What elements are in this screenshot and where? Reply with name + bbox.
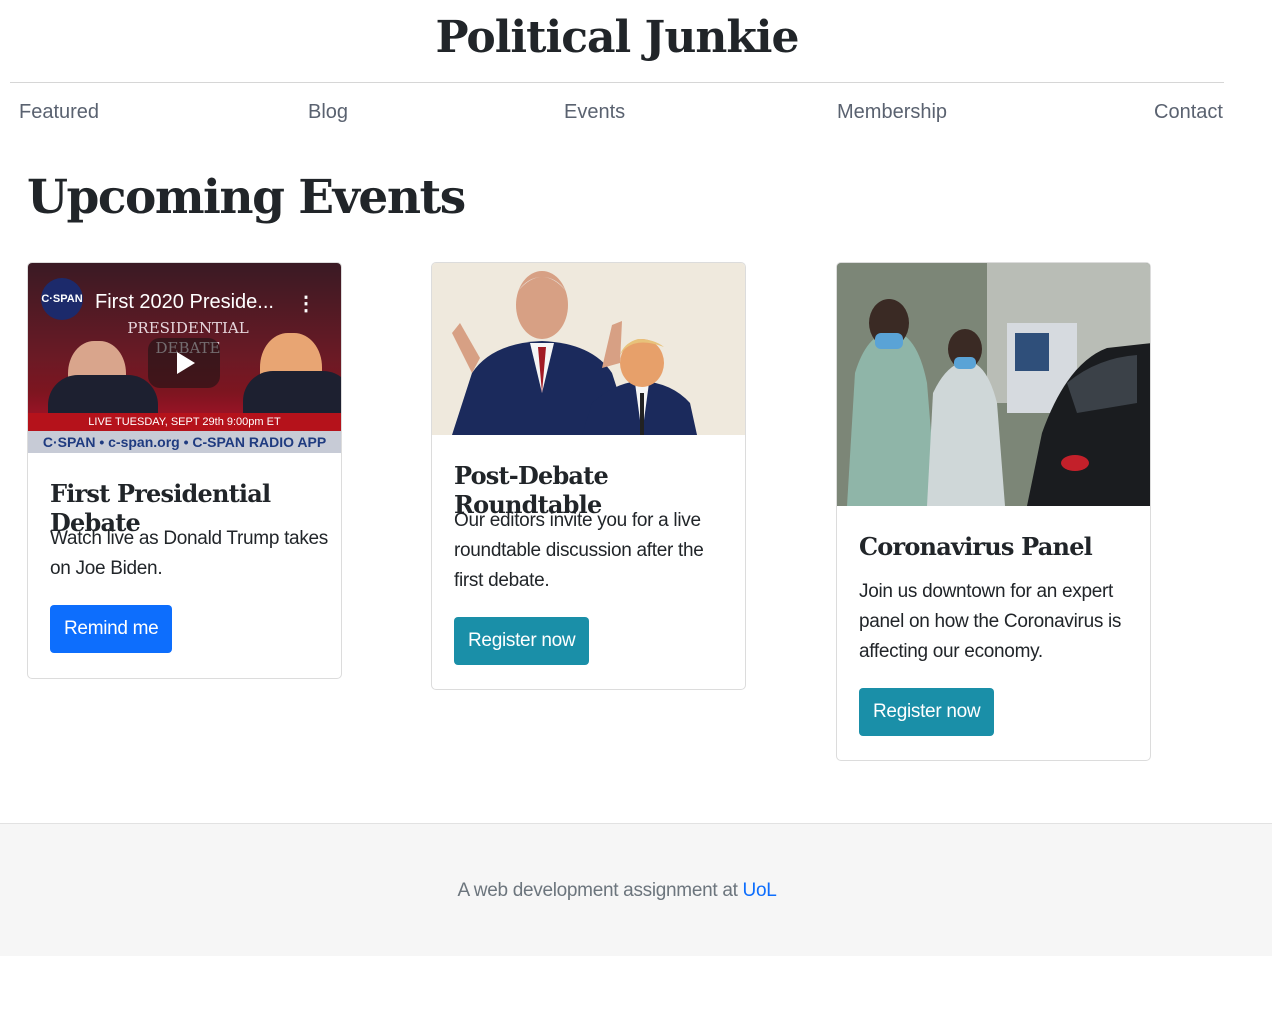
event-card-roundtable: Post-Debate Roundtable Our editors invit… [431,262,746,690]
remind-me-button[interactable]: Remind me [50,605,173,653]
nav-contact[interactable]: Contact [1154,101,1223,124]
video-embed[interactable]: PRESIDENTIAL DEBATE C·SPAN First 2020 Pr… [28,263,341,453]
nav-blog[interactable]: Blog [308,101,348,124]
register-now-button[interactable]: Register now [859,688,995,736]
video-footer-strip: C·SPAN • c-span.org • C-SPAN RADIO APP [28,431,341,453]
footer-caption: A web development assignment at [457,880,743,901]
channel-logo: C·SPAN [41,278,83,320]
nav-events[interactable]: Events [564,101,625,124]
candidate-left-suit [48,375,158,415]
debate-photo-illustration [432,263,745,435]
card-text: Watch live as Donald Trump takes on Joe … [50,528,328,579]
register-now-button[interactable]: Register now [454,617,590,665]
site-footer: A web development assignment at UoL [0,823,1272,956]
play-icon[interactable] [148,338,220,388]
video-banner: LIVE TUESDAY, SEPT 29th 9:00pm ET [28,413,341,431]
section-heading: Upcoming Events [27,170,466,225]
card-title: Coronavirus Panel [859,532,1093,561]
footer-uol-link[interactable]: UoL [743,880,777,901]
nav-featured[interactable]: Featured [19,101,99,124]
footer-text: A web development assignment at UoL [0,880,1234,902]
more-options-icon[interactable]: ⋮ [296,291,316,316]
event-card-debate: PRESIDENTIAL DEBATE C·SPAN First 2020 Pr… [27,262,342,679]
coronavirus-image [837,263,1150,506]
site-title: Political Junkie [435,12,799,63]
header-divider [10,82,1224,83]
roundtable-image [432,263,745,435]
video-title: First 2020 Preside... [95,291,274,313]
candidate-right-suit [243,371,341,415]
card-text: Join us downtown for an expert panel on … [859,581,1122,662]
nav-membership[interactable]: Membership [837,101,947,124]
testing-site-photo [837,263,1150,506]
card-text: Our editors invite you for a live roundt… [454,510,704,591]
event-card-coronavirus: Coronavirus Panel Join us downtown for a… [836,262,1151,761]
video-overlay-line1: PRESIDENTIAL [127,319,249,337]
